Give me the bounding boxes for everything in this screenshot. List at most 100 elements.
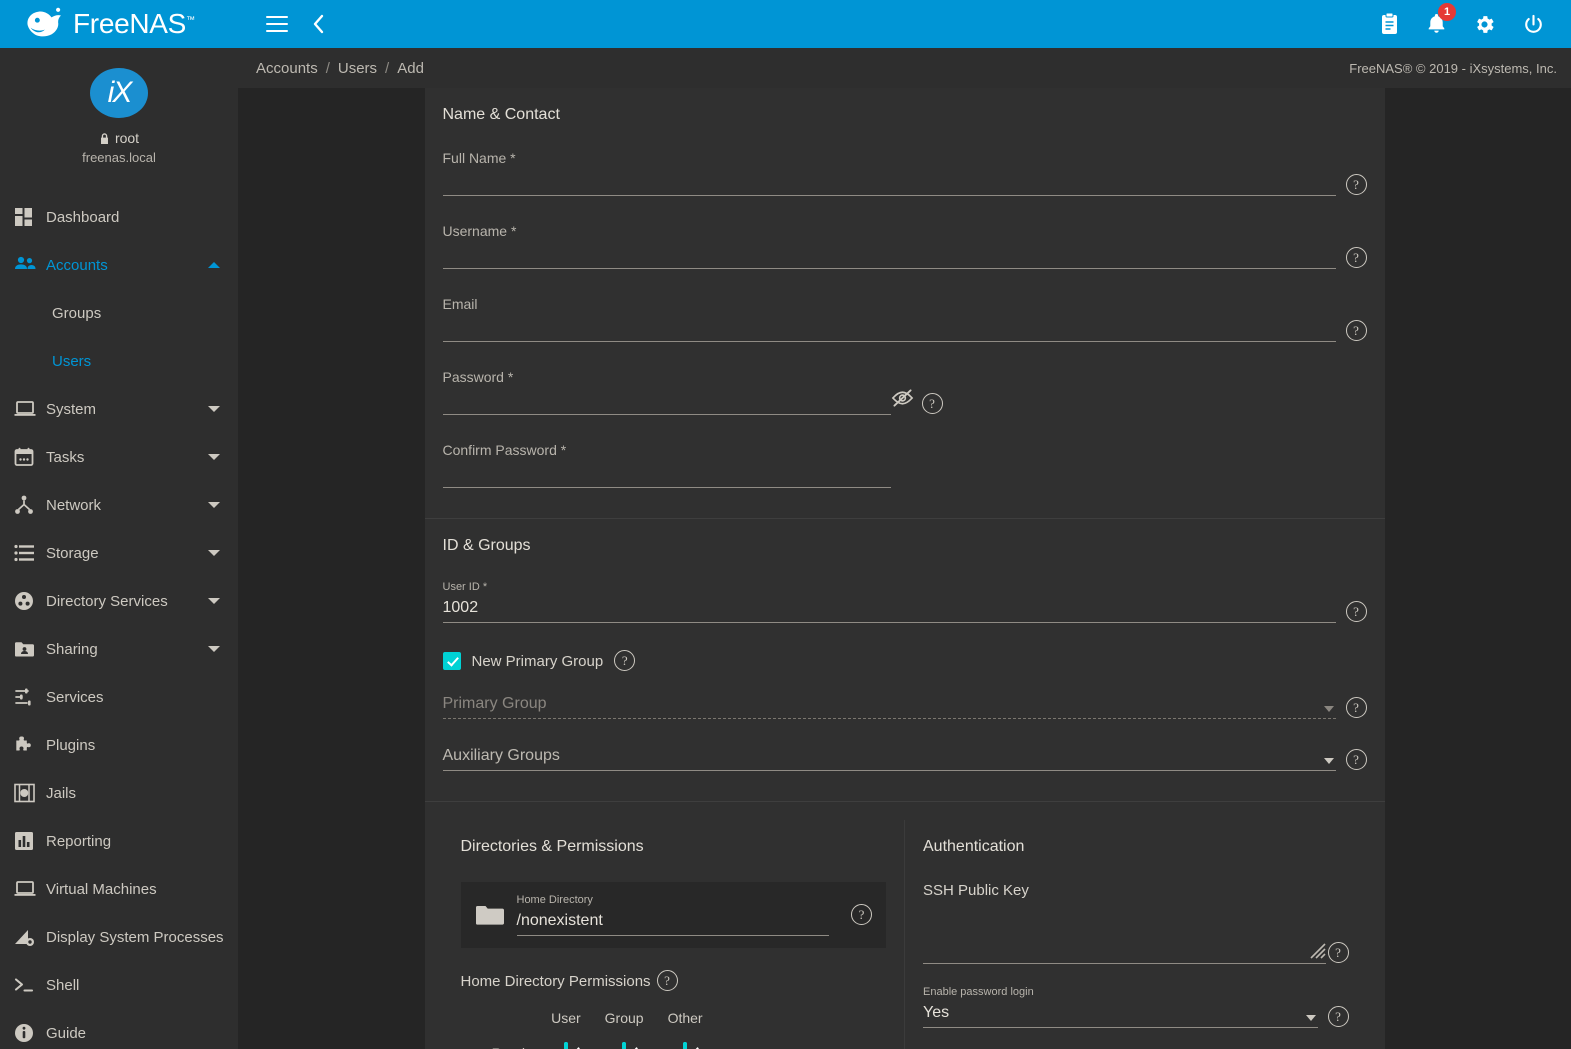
primary-group-select[interactable]: Primary Group: [443, 694, 1336, 714]
current-user-label: root: [114, 130, 140, 146]
section-authentication: Authentication SSH Public Key ? Enable p…: [905, 820, 1367, 1049]
sidebar-item-system[interactable]: System: [0, 385, 238, 433]
help-icon[interactable]: ?: [656, 970, 678, 991]
sidebar-item-storage[interactable]: Storage: [0, 529, 238, 577]
field-confirm-password[interactable]: Confirm Password *: [442, 442, 1367, 488]
chevron-down-icon[interactable]: [208, 406, 220, 412]
help-icon[interactable]: ?: [1345, 174, 1367, 195]
sidebar-item-virtual-machines[interactable]: Virtual Machines: [0, 865, 238, 913]
people-icon: [14, 255, 46, 275]
chevron-down-icon[interactable]: [208, 646, 220, 652]
chevron-down-icon[interactable]: [1323, 706, 1334, 712]
sidebar-item-network[interactable]: Network: [0, 481, 238, 529]
top-bar: FreeNAS™ 1: [0, 0, 1571, 48]
breadcrumb-item-add[interactable]: Add: [389, 60, 432, 77]
hamburger-icon[interactable]: [266, 16, 288, 32]
resize-handle-icon[interactable]: [1309, 943, 1326, 959]
sidebar-item-jails[interactable]: Jails: [0, 769, 238, 817]
user-id-label: User ID *: [442, 581, 488, 593]
chevron-down-icon[interactable]: [1323, 758, 1334, 764]
jail-icon: [14, 783, 46, 803]
permission-read-group-checkbox[interactable]: [622, 1042, 627, 1049]
field-full-name[interactable]: Full Name * ?: [442, 150, 1367, 196]
section-title: Authentication: [923, 838, 1025, 855]
help-icon[interactable]: ?: [851, 904, 872, 925]
chevron-down-icon[interactable]: [208, 502, 220, 508]
section-name-contact: Name & Contact Full Name * ? Username *: [424, 88, 1385, 519]
sidebar-item-reporting[interactable]: Reporting: [0, 817, 238, 865]
help-icon[interactable]: ?: [921, 393, 943, 414]
help-icon[interactable]: ?: [614, 650, 636, 671]
sidebar-item-plugins[interactable]: Plugins: [0, 721, 238, 769]
sidebar-item-guide[interactable]: Guide: [0, 1009, 238, 1049]
ssh-public-key-textarea[interactable]: [923, 905, 1326, 959]
field-password[interactable]: Password * ?: [442, 369, 1367, 415]
sidebar-item-groups[interactable]: Groups: [0, 289, 238, 337]
field-user-id[interactable]: User ID * 1002 ?: [442, 581, 1367, 623]
full-name-label: Full Name *: [442, 150, 516, 166]
help-icon[interactable]: ?: [1327, 942, 1349, 963]
breadcrumb-item-accounts[interactable]: Accounts: [248, 60, 326, 77]
field-primary-group[interactable]: Primary Group ?: [442, 694, 1367, 719]
chevron-down-icon[interactable]: [1305, 1015, 1316, 1021]
sidebar-item-services[interactable]: Services: [0, 673, 238, 721]
breadcrumb: Accounts / Users / Add FreeNAS® © 2019 -…: [238, 48, 1571, 88]
sidebar-subitem-label: Groups: [52, 304, 102, 322]
sidebar-item-display-system-processes[interactable]: Display System Processes: [0, 913, 238, 961]
sidebar-subitem-label: Users: [52, 352, 92, 370]
sidebar-item-sharing[interactable]: Sharing: [0, 625, 238, 673]
permission-read-user-checkbox[interactable]: [563, 1042, 568, 1049]
field-username[interactable]: Username * ?: [442, 223, 1367, 269]
new-primary-group-row[interactable]: New Primary Group ?: [442, 650, 1367, 672]
new-primary-group-checkbox[interactable]: [442, 652, 461, 670]
field-auxiliary-groups[interactable]: Auxiliary Groups ?: [442, 746, 1367, 771]
power-icon[interactable]: [1522, 13, 1545, 36]
enable-password-login-select[interactable]: Yes: [923, 1003, 1318, 1023]
terminal-icon: [14, 976, 46, 994]
sidebar-item-accounts[interactable]: Accounts: [0, 241, 238, 289]
sidebar-item-label: Directory Services: [46, 592, 168, 610]
full-name-input[interactable]: [443, 171, 1336, 191]
gear-icon[interactable]: [1473, 13, 1496, 36]
sidebar-item-shell[interactable]: Shell: [0, 961, 238, 1009]
sidebar-item-tasks[interactable]: Tasks: [0, 433, 238, 481]
auxiliary-groups-select[interactable]: Auxiliary Groups: [443, 746, 1336, 766]
help-icon[interactable]: ?: [1345, 697, 1367, 718]
home-directory-input[interactable]: /nonexistent: [517, 911, 830, 931]
username-label: Username *: [442, 223, 517, 239]
field-ssh-public-key[interactable]: ?: [923, 905, 1349, 964]
permissions-col-user: User: [551, 1010, 581, 1026]
field-email[interactable]: Email ?: [442, 296, 1367, 342]
sidebar-item-label: Services: [46, 688, 104, 706]
ssh-public-key-label: SSH Public Key: [923, 882, 1029, 899]
notifications-button[interactable]: 1: [1426, 3, 1456, 36]
help-icon[interactable]: ?: [1345, 320, 1367, 341]
content-scroll-area[interactable]: Name & Contact Full Name * ? Username *: [238, 88, 1571, 1049]
chevron-down-icon[interactable]: [208, 598, 220, 604]
confirm-password-input[interactable]: [443, 463, 891, 483]
help-icon[interactable]: ?: [1345, 601, 1367, 622]
sidebar-item-directory-services[interactable]: Directory Services: [0, 577, 238, 625]
chevron-up-icon[interactable]: [208, 262, 220, 268]
help-icon[interactable]: ?: [1345, 749, 1367, 770]
clipboard-icon[interactable]: [1379, 12, 1400, 36]
permission-read-other-checkbox[interactable]: [683, 1042, 688, 1049]
processes-icon: [14, 927, 46, 947]
eye-off-icon[interactable]: [891, 388, 914, 413]
field-enable-password-login[interactable]: Enable password login Yes ?: [923, 986, 1349, 1028]
chevron-down-icon[interactable]: [208, 454, 220, 460]
home-directory-field[interactable]: Home Directory /nonexistent ?: [460, 882, 886, 948]
user-id-input[interactable]: 1002: [443, 598, 1336, 618]
home-directory-permissions-label: Home Directory Permissions ?: [461, 970, 887, 992]
help-icon[interactable]: ?: [1327, 1006, 1349, 1027]
breadcrumb-item-users[interactable]: Users: [330, 60, 385, 77]
password-input[interactable]: [443, 390, 891, 410]
username-input[interactable]: [443, 244, 1336, 264]
email-input[interactable]: [443, 317, 1336, 337]
chevron-left-icon[interactable]: [310, 13, 326, 35]
help-icon[interactable]: ?: [1345, 247, 1367, 268]
chevron-down-icon[interactable]: [208, 550, 220, 556]
sidebar-item-users[interactable]: Users: [0, 337, 238, 385]
confirm-password-label: Confirm Password *: [442, 442, 567, 458]
sidebar-item-dashboard[interactable]: Dashboard: [0, 193, 238, 241]
